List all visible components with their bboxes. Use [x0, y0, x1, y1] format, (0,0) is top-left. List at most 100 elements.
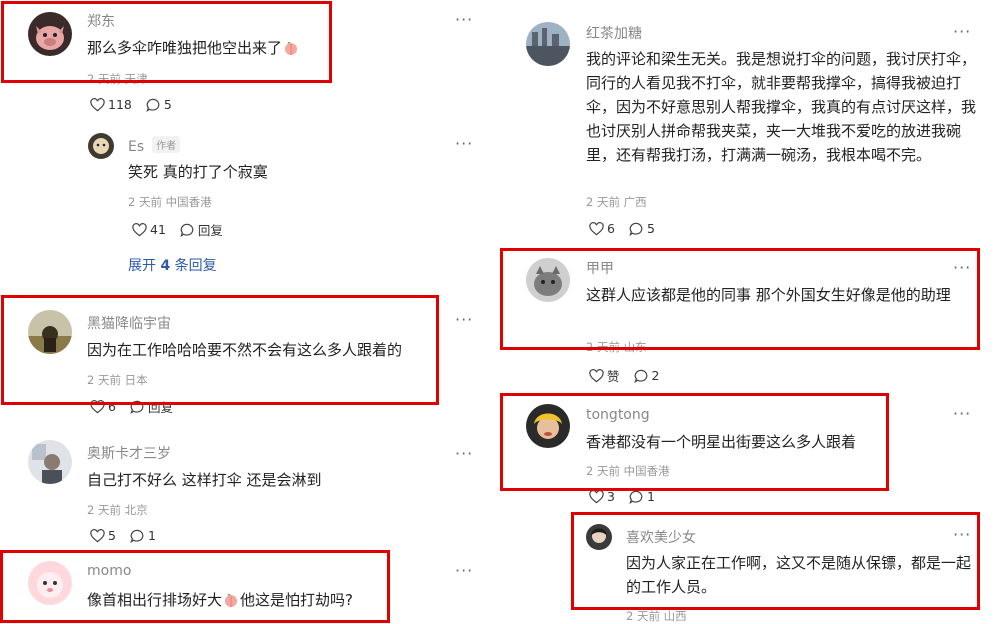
right-column: 红茶加糖 我的评论和梁生无关。我是想说打伞的问题，我讨厌打伞，同行的人看见我不打…	[500, 0, 1000, 623]
like-count: 41	[150, 222, 166, 237]
reply-count-button[interactable]: 2	[633, 368, 660, 383]
comment-meta: 2 天前 山东	[586, 340, 647, 354]
comment-text-body: 那么多伞咋唯独把他空出来了	[87, 39, 283, 57]
reply-count-button[interactable]: 1	[629, 489, 655, 504]
comment-text-part-a: 像首相出行排场好大	[87, 591, 223, 609]
comment-bubble-icon	[633, 369, 647, 383]
peach-emoji-icon	[225, 593, 238, 607]
username[interactable]: 郑东	[87, 11, 115, 31]
comment-bubble-icon	[130, 529, 144, 543]
comment-meta: 2 天前 中国香港	[128, 195, 212, 209]
avatar[interactable]	[28, 561, 72, 605]
more-options-icon[interactable]: ···	[953, 22, 971, 41]
username[interactable]: Es 作者	[128, 136, 181, 155]
comment-text: 因为在工作哈哈哈要不然不会有这么多人跟着的	[87, 341, 403, 359]
comment-zhengdong: 郑东 那么多伞咋唯独把他空出来了 2 天前 天津 118 5 ···	[0, 0, 490, 120]
avatar[interactable]	[526, 22, 570, 66]
comment-jiajia: 甲甲 这群人应该都是他的同事 那个外国女生好像是他的助理 2 天前 山东 赞 2…	[500, 250, 1000, 390]
reply-es: Es 作者 笑死 真的打了个寂寞 2 天前 中国香港 41 回复 ···	[0, 130, 490, 240]
comment-actions: 赞 2	[589, 366, 673, 385]
heart-icon	[589, 489, 604, 503]
reply-count-button[interactable]: 1	[130, 528, 156, 543]
expand-label-post: 条回复	[170, 258, 217, 274]
comment-text: 笑死 真的打了个寂寞	[128, 163, 268, 181]
like-count: 3	[607, 489, 615, 504]
comment-text: 我的评论和梁生无关。我是想说打伞的问题，我讨厌打伞，同行的人看见我不打伞，就非要…	[586, 50, 977, 164]
comment-meta: 2 天前 山西	[626, 609, 687, 623]
comment-meta: 2 天前 天津	[87, 72, 148, 86]
comment-text: 因为人家正在工作啊，这又不是随从保镖，都是一起的工作人员。	[626, 554, 972, 596]
comment-bubble-icon	[629, 490, 643, 504]
comment-text: 这群人应该都是他的同事 那个外国女生好像是他的助理	[586, 286, 951, 304]
like-button[interactable]: 118	[90, 97, 132, 112]
like-button[interactable]: 6	[589, 221, 615, 236]
username-text: Es	[128, 139, 145, 155]
avatar[interactable]	[88, 133, 114, 159]
like-count: 118	[108, 97, 132, 112]
like-label: 赞	[607, 369, 620, 384]
comment-actions: 5 1	[90, 528, 170, 543]
reply-count-button[interactable]: 5	[146, 97, 172, 112]
comment-hongcha: 红茶加糖 我的评论和梁生无关。我是想说打伞的问题，我讨厌打伞，同行的人看见我不打…	[500, 0, 1000, 245]
username[interactable]: 黑猫降临宇宙	[87, 313, 171, 333]
reply-label: 回复	[147, 400, 173, 415]
like-button[interactable]: 5	[90, 528, 116, 543]
more-options-icon[interactable]: ···	[455, 310, 473, 329]
username[interactable]: 甲甲	[586, 258, 614, 278]
comment-text: 香港都没有一个明星出街要这么多人跟着	[586, 433, 857, 451]
more-options-icon[interactable]: ···	[953, 258, 971, 277]
reply-count: 5	[646, 221, 655, 236]
more-options-icon[interactable]: ···	[953, 404, 971, 423]
comment-meta: 2 天前 中国香港	[586, 464, 670, 478]
like-count: 5	[108, 528, 116, 543]
username[interactable]: momo	[87, 563, 131, 579]
username[interactable]: 喜欢美少女	[626, 527, 696, 547]
username[interactable]: tongtong	[586, 407, 650, 423]
more-options-icon[interactable]: ···	[455, 444, 473, 463]
username[interactable]: 红茶加糖	[586, 23, 642, 43]
author-tag: 作者	[152, 136, 181, 153]
heart-icon	[589, 221, 604, 235]
like-count: 6	[607, 221, 615, 236]
comment-meta: 2 天前 北京	[87, 503, 148, 517]
reply-count: 2	[651, 368, 660, 383]
comment-meta: 2 天前 广西	[586, 195, 647, 209]
avatar[interactable]	[526, 404, 570, 448]
avatar[interactable]	[586, 524, 612, 550]
like-button[interactable]: 赞	[589, 366, 620, 385]
heart-icon	[132, 222, 147, 236]
comment-bubble-icon	[130, 400, 144, 414]
like-button[interactable]: 3	[589, 489, 615, 504]
more-options-icon[interactable]: ···	[455, 561, 473, 580]
left-column: 郑东 那么多伞咋唯独把他空出来了 2 天前 天津 118 5 ··· Es 作者 …	[0, 0, 490, 623]
like-button[interactable]: 41	[132, 222, 166, 237]
more-options-icon[interactable]: ···	[455, 134, 473, 153]
comment-bubble-icon	[629, 222, 643, 236]
like-button[interactable]: 6	[90, 399, 116, 414]
avatar[interactable]	[526, 258, 570, 302]
expand-replies-link[interactable]: 展开 4 条回复	[128, 255, 217, 275]
avatar[interactable]	[28, 440, 72, 484]
more-options-icon[interactable]: ···	[455, 10, 473, 29]
reply-button[interactable]: 回复	[180, 220, 223, 239]
avatar[interactable]	[28, 310, 72, 354]
comment-bubble-icon	[146, 98, 160, 112]
more-options-icon[interactable]: ···	[953, 525, 971, 544]
like-count: 6	[108, 399, 116, 414]
username[interactable]: 奥斯卡才三岁	[87, 443, 171, 463]
comment-meta: 2 天前 日本	[87, 373, 148, 387]
comment-text: 像首相出行排场好大 他这是怕打劫吗?	[87, 588, 427, 612]
reply-xihuan: 喜欢美少女 因为人家正在工作啊，这又不是随从保镖，都是一起的工作人员。 2 天前…	[500, 520, 1000, 623]
reply-count-button[interactable]: 5	[629, 221, 655, 236]
heart-icon	[90, 528, 105, 542]
reply-count: 1	[646, 489, 655, 504]
avatar[interactable]	[28, 12, 72, 56]
comment-text-part-b: 他这是怕打劫吗?	[240, 591, 353, 609]
reply-button[interactable]: 回复	[130, 397, 173, 416]
peach-emoji-icon	[285, 41, 298, 55]
comment-heimao: 黑猫降临宇宙 因为在工作哈哈哈要不然不会有这么多人跟着的 2 天前 日本 6 回…	[0, 300, 490, 420]
heart-icon	[90, 97, 105, 111]
expand-count: 4	[160, 258, 171, 274]
heart-icon	[589, 368, 604, 382]
reply-count: 5	[163, 97, 172, 112]
